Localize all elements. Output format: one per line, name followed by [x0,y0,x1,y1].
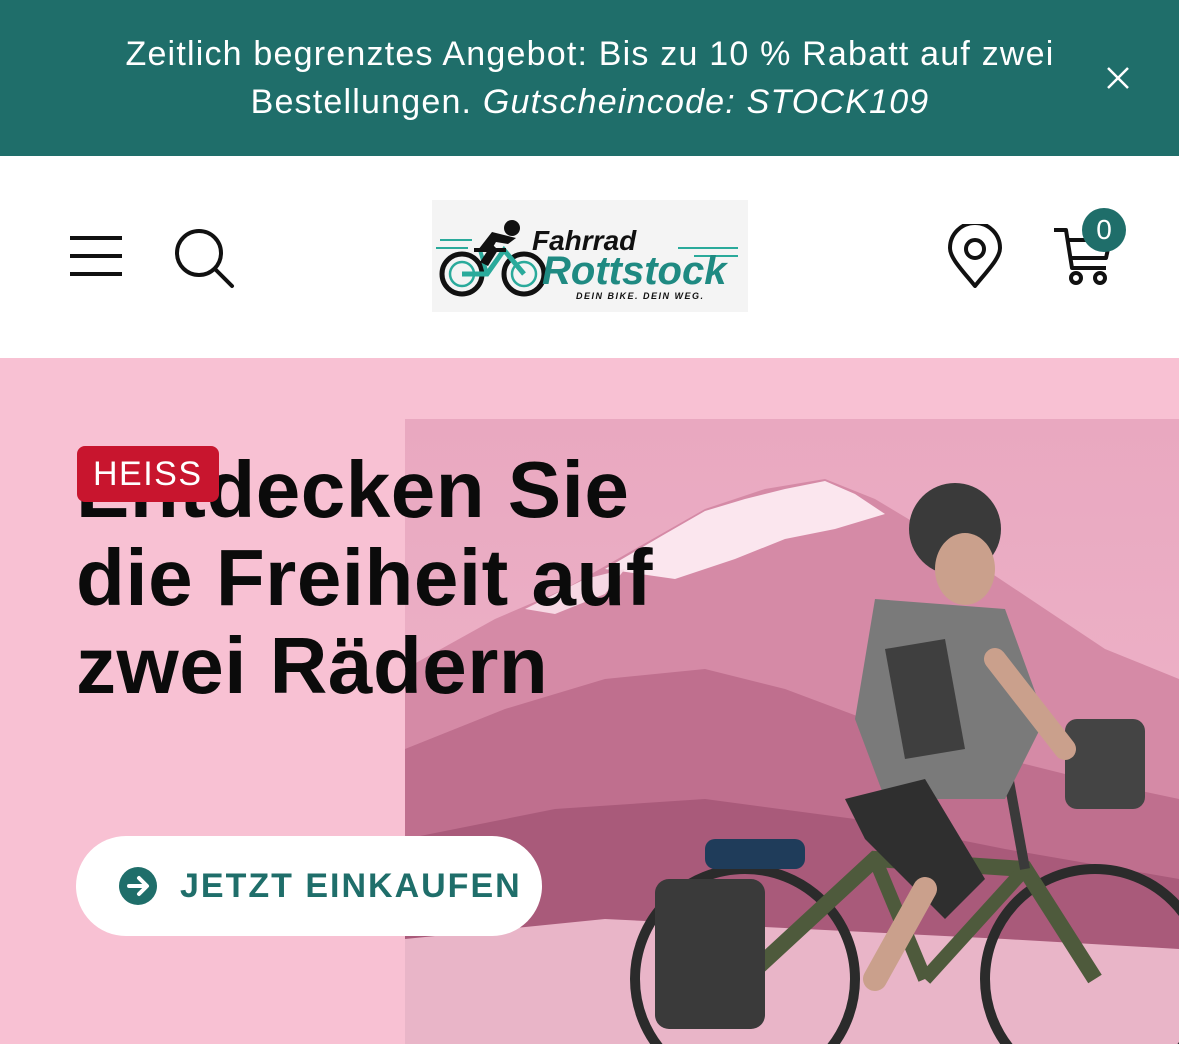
search-icon[interactable] [172,226,236,290]
shop-now-button[interactable]: JETZT EINKAUFEN [76,836,542,936]
arrow-right-icon [119,867,157,905]
hot-badge: HEISS [77,446,219,502]
shop-now-label: JETZT EINKAUFEN [180,867,522,905]
menu-icon[interactable] [68,234,124,278]
close-icon[interactable] [1100,60,1136,96]
site-header: Fahrrad Rottstock DEIN BIKE. DEIN WEG. 0 [0,156,1179,358]
logo-line2: Rottstock [542,249,728,293]
location-icon[interactable] [946,224,1004,288]
brand-logo[interactable]: Fahrrad Rottstock DEIN BIKE. DEIN WEG. [432,200,748,312]
announcement-text: Zeitlich begrenztes Angebot: Bis zu 10 %… [90,30,1090,126]
logo-tagline: DEIN BIKE. DEIN WEG. [576,291,705,301]
cart-count-badge: 0 [1082,208,1126,252]
announcement-bar: Zeitlich begrenztes Angebot: Bis zu 10 %… [0,0,1179,156]
hero-banner: Entdecken Sie die Freiheit auf zwei Räde… [0,358,1179,1044]
coupon-code: Gutscheincode: STOCK109 [482,83,930,121]
